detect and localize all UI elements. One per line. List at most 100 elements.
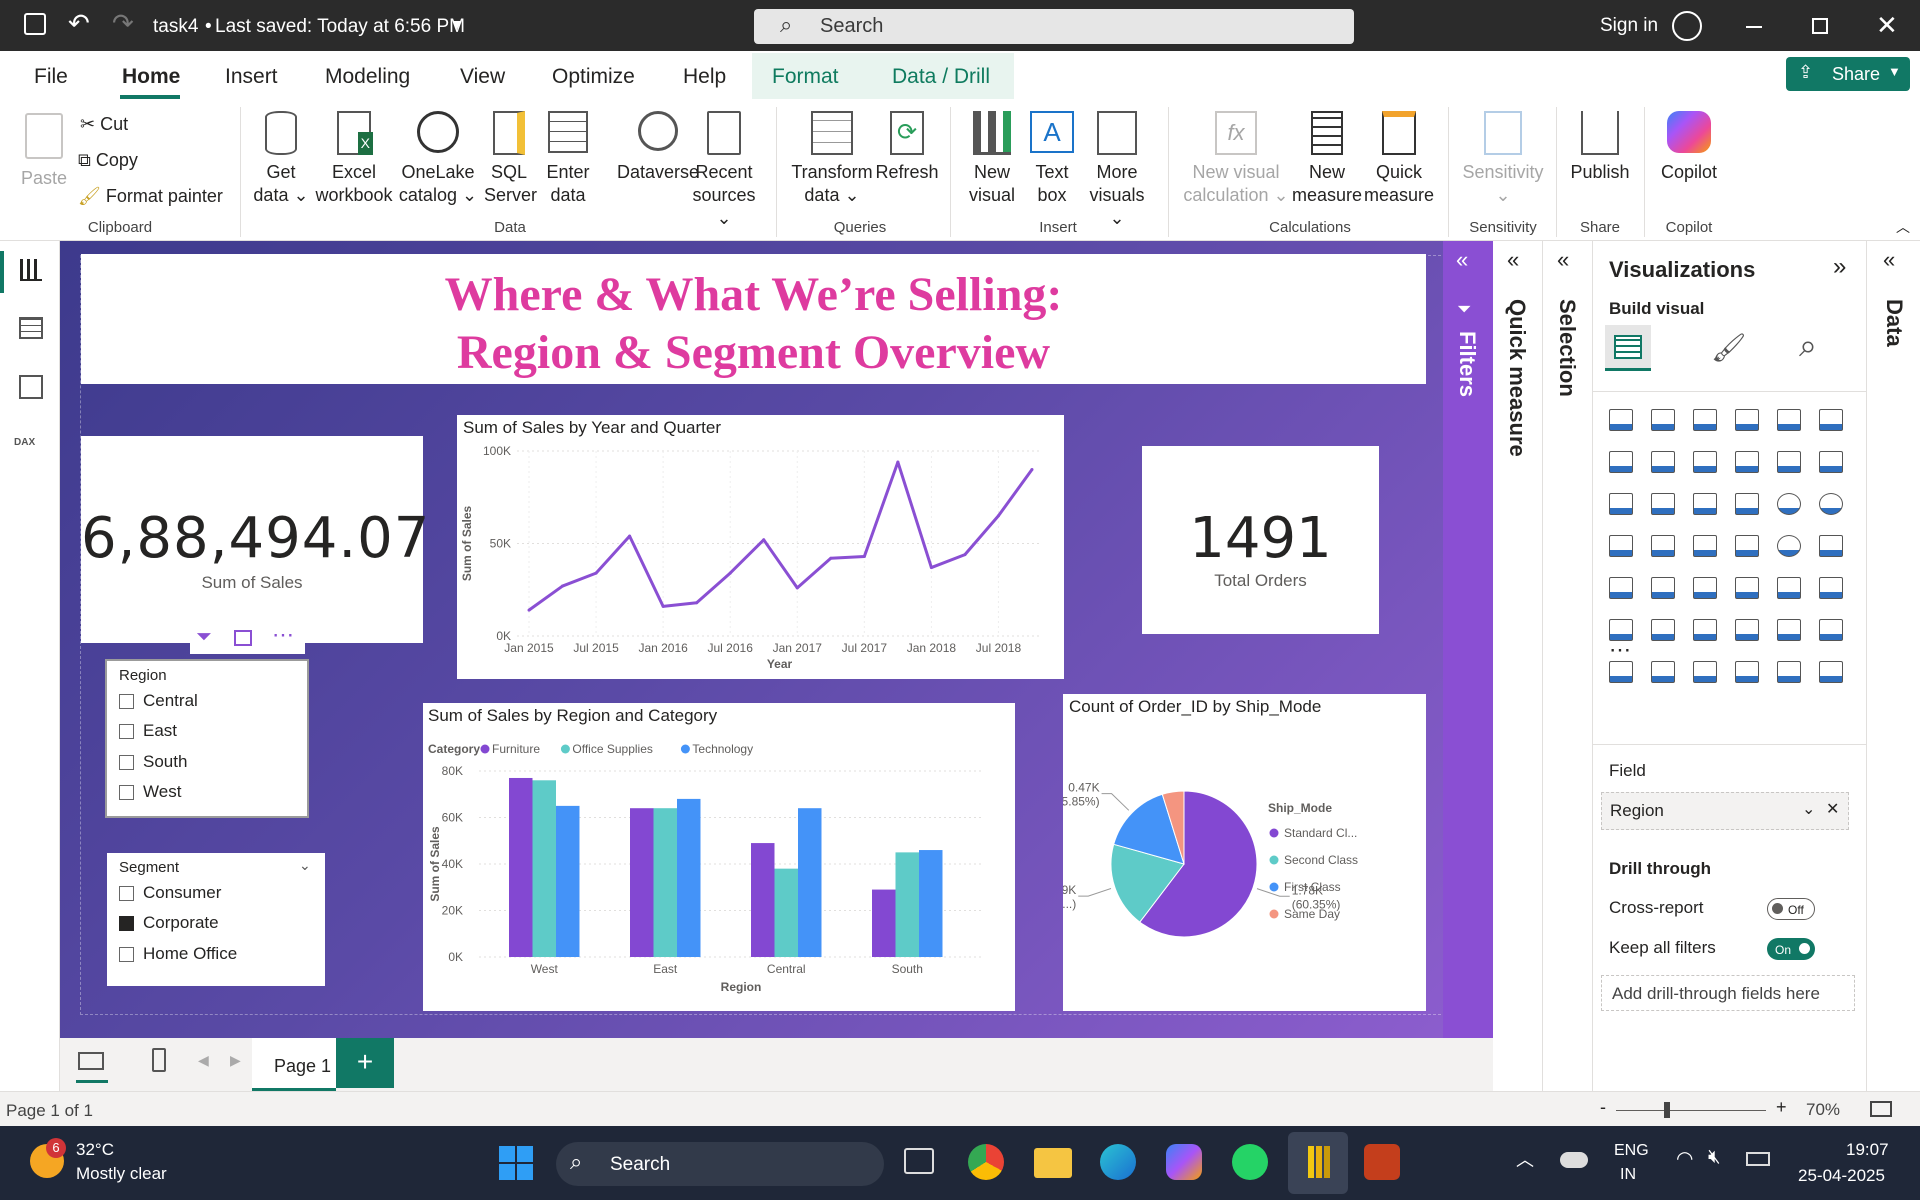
chrome-icon[interactable] <box>968 1144 1004 1180</box>
diamond-icon[interactable] <box>1777 661 1801 683</box>
kpi-card-orders[interactable]: 1491 Total Orders <box>1142 446 1379 634</box>
close-icon[interactable]: ✕ <box>1876 10 1898 41</box>
desktop-layout-icon[interactable] <box>78 1052 104 1070</box>
filters-pane-collapsed[interactable]: « ⏷ Filters <box>1443 241 1493 1038</box>
expand-filters-icon[interactable]: « <box>1456 247 1468 273</box>
excel-workbook-button[interactable]: X Excel workbook <box>312 111 396 207</box>
zoom-in-icon[interactable]: + <box>1776 1097 1787 1118</box>
build-visual-tab[interactable] <box>1605 325 1651 371</box>
menu-help[interactable]: Help <box>683 65 726 89</box>
kpi-card-sales[interactable]: 6,88,494.07 Sum of Sales <box>81 436 429 643</box>
language-1[interactable]: ENG <box>1614 1142 1649 1160</box>
region-option-east[interactable]: East <box>119 721 177 741</box>
100-column-icon[interactable] <box>1819 409 1843 431</box>
chevron-down-icon[interactable]: ⌄ <box>299 857 311 874</box>
search-input[interactable]: ⌕ Search <box>754 9 1354 44</box>
goals-icon[interactable] <box>1819 619 1843 641</box>
selection-pane-collapsed[interactable]: « Selection <box>1543 241 1593 1091</box>
power-apps-icon[interactable] <box>1651 661 1675 683</box>
stacked-area-icon[interactable] <box>1693 451 1717 473</box>
chevron-down-icon[interactable]: ▼ <box>450 16 464 32</box>
clock-date[interactable]: 25-04-2025 <box>1798 1166 1885 1186</box>
wifi-icon[interactable]: ◠ <box>1676 1146 1693 1171</box>
report-view-icon[interactable] <box>20 259 42 281</box>
region-slicer[interactable]: Region Central East South West <box>105 659 309 818</box>
r-visual-icon[interactable] <box>1819 577 1843 599</box>
decomposition-tree-icon[interactable] <box>1693 619 1717 641</box>
filled-map-icon[interactable] <box>1693 535 1717 557</box>
taskbar-search[interactable]: ⌕ Search <box>556 1142 884 1186</box>
remove-field-icon[interactable]: ✕ <box>1826 799 1839 819</box>
transform-data-button[interactable]: Transform data ⌄ <box>788 111 876 207</box>
gauge-icon[interactable] <box>1777 535 1801 557</box>
text-box-button[interactable]: A Text box <box>1026 111 1078 207</box>
zoom-slider[interactable] <box>1616 1102 1766 1118</box>
onelake-catalog-button[interactable]: OneLake catalog ⌄ <box>396 111 480 207</box>
expand-quick-measure-icon[interactable]: « <box>1507 247 1519 273</box>
cross-report-toggle[interactable]: Off <box>1767 898 1815 920</box>
checkbox[interactable] <box>119 947 134 963</box>
maximize-icon[interactable] <box>1812 18 1828 34</box>
new-visual-button[interactable]: New visual <box>962 111 1022 207</box>
table-view-icon[interactable] <box>19 317 43 339</box>
fit-to-page-icon[interactable] <box>1870 1101 1892 1117</box>
get-data-button[interactable]: Get data ⌄ <box>252 111 310 207</box>
enter-data-button[interactable]: Enter data <box>544 111 592 207</box>
add-page-button[interactable]: + <box>336 1038 394 1088</box>
data-pane-collapsed[interactable]: « Data <box>1867 241 1920 1091</box>
volume-icon[interactable]: 🔇︎ <box>1708 1146 1721 1169</box>
segment-option-home-office[interactable]: Home Office <box>119 944 237 964</box>
file-explorer-icon[interactable] <box>1034 1148 1072 1178</box>
dax-query-view-icon[interactable]: DAX <box>14 437 35 448</box>
filter-icon[interactable]: ⏷ <box>196 626 212 649</box>
checkbox-checked[interactable] <box>119 916 134 932</box>
whatsapp-icon[interactable] <box>1232 1144 1268 1180</box>
area-icon[interactable] <box>1651 451 1675 473</box>
line-clustered-icon[interactable] <box>1819 451 1843 473</box>
waterfall-icon[interactable] <box>1651 493 1675 515</box>
100-area-icon[interactable] <box>1735 451 1759 473</box>
checkbox[interactable] <box>119 886 134 902</box>
copilot-button[interactable]: Copilot <box>1654 111 1724 184</box>
report-title-card[interactable]: Where & What We’re Selling: Region & Seg… <box>81 254 1426 384</box>
model-view-icon[interactable] <box>19 375 43 399</box>
table-icon[interactable] <box>1735 577 1759 599</box>
more-visuals-ellipsis[interactable]: ⋯ <box>1609 637 1631 663</box>
dataverse-button[interactable]: Dataverse <box>614 111 702 184</box>
segment-option-consumer[interactable]: Consumer <box>119 883 221 903</box>
start-button[interactable] <box>499 1146 533 1180</box>
ribbon-icon[interactable] <box>1609 493 1633 515</box>
funnel-icon[interactable] <box>1693 493 1717 515</box>
powerbi-taskbar-active[interactable] <box>1288 1132 1348 1194</box>
field-well[interactable]: Region ⌄ ✕ <box>1601 792 1849 830</box>
menu-home[interactable]: Home <box>122 65 180 89</box>
publish-button[interactable]: Publish <box>1566 111 1634 184</box>
pie-chart-card[interactable]: Count of Order_ID by Ship_Mode 1.78K (60.… <box>1063 694 1426 1011</box>
page-tab[interactable]: Page 1 <box>252 1038 336 1091</box>
quick-measure-pane-collapsed[interactable]: « Quick measure <box>1493 241 1543 1091</box>
add-drill-through-well[interactable]: Add drill-through fields here <box>1601 975 1855 1011</box>
expand-selection-icon[interactable]: « <box>1557 247 1569 273</box>
copy-button[interactable]: ⧉ Copy <box>78 149 138 172</box>
copilot-taskbar-icon[interactable] <box>1166 1144 1202 1180</box>
checkbox[interactable] <box>119 755 134 771</box>
keep-all-filters-toggle[interactable]: On <box>1767 938 1815 960</box>
scatter-icon[interactable] <box>1735 493 1759 515</box>
share-button[interactable]: ⇪ Share ▼ <box>1786 57 1910 91</box>
arcgis-icon[interactable] <box>1735 661 1759 683</box>
recent-sources-button[interactable]: Recent sources ⌄ <box>690 111 758 230</box>
save-icon[interactable] <box>24 13 46 35</box>
qa-icon[interactable] <box>1735 619 1759 641</box>
chevron-down-icon[interactable]: ⌄ <box>1802 799 1815 819</box>
checkbox[interactable] <box>119 785 134 801</box>
line-chart-card[interactable]: Sum of Sales by Year and Quarter 0K 50K 10… <box>457 415 1064 679</box>
clustered-bar-icon[interactable] <box>1693 409 1717 431</box>
checkbox[interactable] <box>119 724 134 740</box>
menu-format[interactable]: Format <box>772 65 839 89</box>
quick-measure-button[interactable]: Quick measure <box>1364 111 1434 207</box>
more-visuals-button[interactable]: More visuals ⌄ <box>1082 111 1152 230</box>
region-option-central[interactable]: Central <box>119 691 198 711</box>
analytics-icon[interactable]: ⌕ <box>1799 327 1817 365</box>
matrix-icon[interactable] <box>1777 577 1801 599</box>
scroll-left-icon[interactable]: ◀ <box>198 1052 209 1069</box>
